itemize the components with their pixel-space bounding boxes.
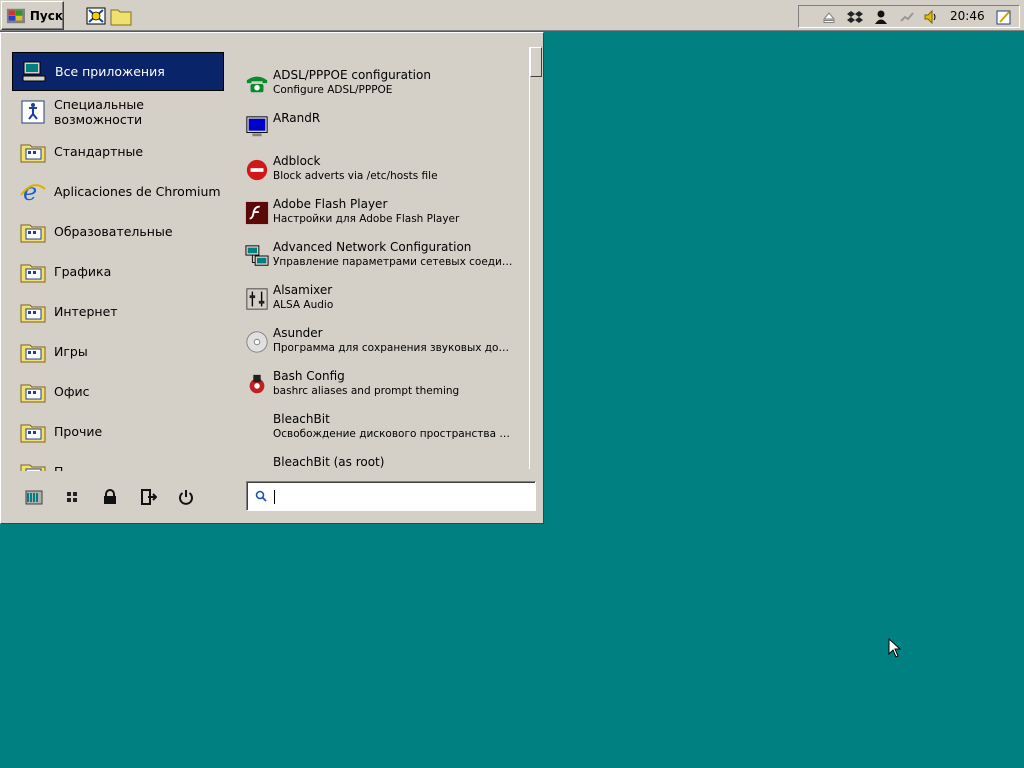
app-name: BleachBit (as root) [273,455,385,469]
desktop-icon[interactable] [85,5,107,27]
category-label: П [54,464,63,471]
app-list: ADSL/PPPOE configuration Configure ADSL/P… [243,61,523,469]
category-label: Интернет [54,304,118,319]
app-item[interactable]: ADSL/PPPOE configuration Configure ADSL/P… [243,66,523,106]
mouse-cursor-icon [888,638,902,658]
dropbox-icon[interactable] [847,9,863,25]
volume-icon[interactable] [923,9,939,25]
app-name: Asunder [273,326,323,340]
category-item[interactable]: Офис [12,372,224,411]
svg-text:e: e [23,179,37,205]
app-name: Alsamixer [273,283,333,297]
category-item[interactable]: Специальные возможности [12,92,224,131]
category-label: Специальные возможности [54,96,144,127]
app-item[interactable]: Advanced Network Configuration Управление… [243,238,523,278]
flash-icon [245,201,269,225]
folder-icon [20,264,46,282]
category-item[interactable]: Графика [12,252,224,291]
network-config-icon [245,245,269,266]
mixer-icon [246,288,268,310]
category-item[interactable]: Игры [12,332,224,371]
search-input[interactable] [273,486,528,506]
app-description: Настройки для Adobe Flash Player [273,213,460,225]
folder-icon [20,424,46,442]
category-item[interactable]: Все приложения [12,52,224,91]
taskbar: Пуск 20:46 [0,0,1024,31]
system-settings-icon[interactable] [25,488,43,506]
app-description: Освобождение дискового пространства и о.… [273,428,513,440]
system-tray: 20:46 [798,5,1020,28]
app-list-scrollbar[interactable] [529,47,542,469]
app-item[interactable]: Adobe Flash Player Настройки для Adobe Fl… [243,195,523,235]
ie-icon: e [20,179,46,205]
power-icon[interactable] [177,488,195,506]
category-label: Aplicaciones de Chromium [54,184,221,199]
scrollbar-thumb[interactable] [530,47,542,77]
app-description: ALSA Audio [273,299,334,311]
app-item[interactable]: Bash Config bashrc aliases and prompt the… [243,367,523,407]
folder-icon [20,464,46,471]
windows-logo-icon [6,8,25,23]
category-label: Все приложения [55,64,165,79]
app-item[interactable]: ARandR [243,109,523,149]
start-label: Пуск [29,8,63,23]
app-name: Adblock [273,154,321,168]
category-label: Образовательные [54,224,173,239]
app-item[interactable]: BleachBit (as root) [243,453,523,469]
category-item[interactable]: Образовательные [12,212,224,251]
logout-icon[interactable] [139,488,157,506]
notes-icon[interactable] [996,9,1012,25]
gear-icon [249,374,265,394]
lock-icon[interactable] [101,488,119,506]
category-item[interactable]: Стандартные [12,132,224,171]
category-label: Прочие [54,424,103,439]
search-box[interactable] [246,481,536,511]
category-label: Игры [54,344,88,359]
monitor-icon [246,116,268,137]
search-icon [255,490,267,502]
category-item[interactable]: Прочие [12,412,224,451]
app-item[interactable]: Adblock Block adverts via /etc/hosts file [243,152,523,192]
app-name: BleachBit [273,412,330,426]
app-description: Программа для сохранения звуковых дорож.… [273,342,513,354]
clock[interactable]: 20:46 [950,9,985,23]
app-name: Bash Config [273,369,345,383]
app-description: Управление параметрами сетевых соедине..… [273,256,513,268]
app-name: Adobe Flash Player [273,197,388,211]
user-icon[interactable] [873,9,889,25]
folder-icon [20,384,46,402]
accessibility-icon [21,100,45,123]
folder-icon [20,224,46,242]
app-item[interactable]: BleachBit Освобождение дискового простран… [243,410,523,450]
folder-icon [20,144,46,162]
app-name: Advanced Network Configuration [273,240,472,254]
stop-icon [246,159,268,181]
network-icon[interactable] [899,9,915,25]
category-label: Графика [54,264,112,279]
start-button[interactable]: Пуск [1,1,64,30]
category-label: Офис [54,384,90,399]
category-item[interactable]: П [12,452,224,471]
category-label: Стандартные [54,144,144,159]
text-caret [274,490,275,504]
category-item[interactable]: Интернет [12,292,224,331]
apps-grid-icon[interactable] [63,488,81,506]
folder-icon[interactable] [110,5,132,27]
app-description: Block adverts via /etc/hosts file [273,170,438,182]
computer-icon [22,61,46,81]
category-list: Все приложения Специальные возможности Ста… [12,51,224,471]
app-item[interactable]: Asunder Программа для сохранения звуковых… [243,324,523,364]
folder-icon [20,304,46,322]
folder-icon [20,344,46,362]
start-menu: Все приложения Специальные возможности Ста… [0,32,544,524]
app-name: ARandR [273,111,321,125]
app-name: ADSL/PPPOE configuration [273,68,431,82]
cd-icon [246,331,268,353]
app-description: Configure ADSL/PPPOE [273,84,393,96]
category-item[interactable]: e Aplicaciones de Chromium [12,172,224,211]
eject-icon[interactable] [821,9,837,25]
app-description: bashrc aliases and prompt theming [273,385,460,397]
phone-icon [246,76,268,93]
app-item[interactable]: Alsamixer ALSA Audio [243,281,523,321]
